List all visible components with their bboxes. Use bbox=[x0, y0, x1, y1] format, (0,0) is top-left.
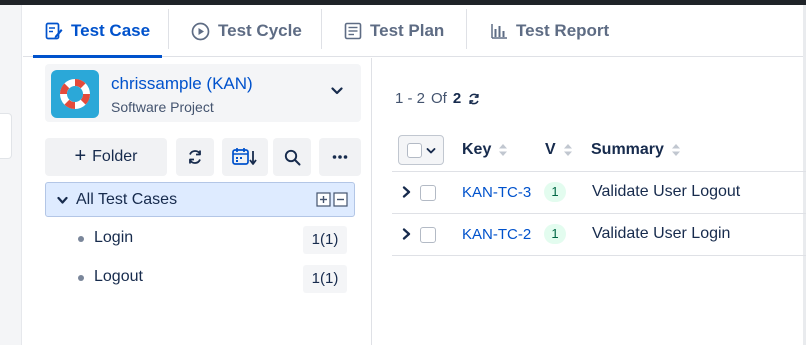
tab-test-report[interactable]: Test Report bbox=[490, 5, 609, 57]
version-badge: 1 bbox=[544, 182, 566, 202]
chevron-right-icon[interactable] bbox=[402, 186, 411, 198]
sort-icon bbox=[499, 144, 508, 156]
column-header-label: Summary bbox=[591, 141, 664, 158]
edit-document-icon bbox=[45, 22, 63, 40]
chevron-down-icon[interactable] bbox=[57, 196, 68, 205]
refresh-icon bbox=[189, 150, 201, 164]
plus-icon: + bbox=[74, 145, 87, 167]
tab-separator bbox=[466, 9, 467, 49]
pagination-summary: 1 - 2 Of 2 bbox=[395, 90, 481, 107]
left-rail bbox=[0, 5, 22, 345]
chevron-down-icon bbox=[331, 87, 343, 95]
sort-icon bbox=[563, 144, 572, 156]
pagination-total: 2 bbox=[452, 90, 462, 107]
project-selector[interactable]: chrissample (KAN) Software Project bbox=[45, 64, 361, 122]
add-folder-button[interactable]: + Folder bbox=[45, 138, 167, 176]
tree-root-all-test-cases[interactable]: All Test Cases bbox=[45, 182, 355, 217]
table-header: Key V Summary bbox=[392, 128, 806, 172]
tree-item-logout[interactable]: Logout 1(1) bbox=[45, 261, 355, 295]
search-button[interactable] bbox=[273, 138, 311, 176]
tab-label: Test Report bbox=[516, 21, 610, 40]
tab-label: Test Case bbox=[71, 21, 151, 40]
tab-test-case[interactable]: Test Case bbox=[32, 5, 163, 58]
tab-separator bbox=[168, 9, 169, 49]
tab-label: Test Cycle bbox=[218, 21, 302, 40]
tree-item-label: Logout bbox=[94, 268, 143, 285]
pagination-of: Of bbox=[431, 90, 447, 107]
test-case-summary[interactable]: Validate User Login bbox=[592, 225, 730, 243]
tab-separator bbox=[321, 9, 322, 49]
tree-item-label: Login bbox=[94, 229, 134, 246]
table-row[interactable]: KAN-TC-2 1 Validate User Login bbox=[392, 214, 806, 256]
row-checkbox[interactable] bbox=[420, 185, 436, 201]
expand-all-icon[interactable] bbox=[316, 192, 331, 207]
refresh-icon[interactable] bbox=[467, 92, 481, 106]
tree-item-count: 1(1) bbox=[303, 226, 347, 254]
list-document-icon bbox=[344, 22, 362, 40]
tab-label: Test Plan bbox=[370, 21, 445, 40]
play-circle-icon bbox=[191, 22, 210, 40]
table-row[interactable]: KAN-TC-3 1 Validate User Logout bbox=[392, 172, 806, 214]
project-type: Software Project bbox=[111, 99, 214, 115]
select-all-checkbox[interactable] bbox=[407, 143, 422, 158]
refresh-button[interactable] bbox=[176, 138, 214, 176]
panel-divider[interactable] bbox=[371, 58, 372, 345]
tab-test-cycle[interactable]: Test Cycle bbox=[191, 5, 302, 57]
version-badge: 1 bbox=[544, 224, 566, 244]
calendar-sort-icon bbox=[232, 148, 257, 165]
project-name: chrissample (KAN) bbox=[111, 74, 253, 93]
test-case-key-link[interactable]: KAN-TC-3 bbox=[462, 184, 531, 201]
main-tabs: Test Case Test Cycle Test Plan Test Repo… bbox=[23, 5, 803, 58]
bulk-select-dropdown[interactable] bbox=[398, 135, 444, 165]
rail-toggle[interactable] bbox=[0, 113, 12, 159]
project-avatar bbox=[51, 70, 99, 118]
add-folder-label: Folder bbox=[92, 148, 138, 165]
sort-icon bbox=[671, 144, 680, 156]
search-icon bbox=[284, 149, 300, 165]
sort-by-date-button[interactable] bbox=[222, 138, 268, 176]
test-case-summary[interactable]: Validate User Logout bbox=[592, 183, 740, 201]
tree-root-label: All Test Cases bbox=[76, 191, 178, 208]
bullet-icon bbox=[78, 236, 84, 242]
pagination-range: 1 - 2 bbox=[395, 90, 426, 107]
tree-item-login[interactable]: Login 1(1) bbox=[45, 222, 355, 256]
row-checkbox[interactable] bbox=[420, 227, 436, 243]
column-header-summary[interactable]: Summary bbox=[591, 141, 682, 159]
more-actions-button[interactable] bbox=[319, 138, 361, 176]
chevron-down-icon bbox=[426, 148, 436, 154]
column-header-label: Key bbox=[462, 141, 492, 158]
column-header-key[interactable]: Key bbox=[462, 141, 509, 159]
test-case-key-link[interactable]: KAN-TC-2 bbox=[462, 226, 531, 243]
expand-collapse-controls bbox=[316, 192, 348, 207]
bullet-icon bbox=[78, 275, 84, 281]
more-icon bbox=[332, 155, 348, 159]
lifebuoy-icon bbox=[60, 79, 90, 109]
column-header-label: V bbox=[545, 141, 556, 158]
chevron-right-icon[interactable] bbox=[402, 228, 411, 240]
bar-chart-icon bbox=[491, 24, 507, 39]
tab-test-plan[interactable]: Test Plan bbox=[344, 5, 444, 57]
collapse-all-icon[interactable] bbox=[333, 192, 348, 207]
tree-item-count: 1(1) bbox=[303, 265, 347, 293]
column-header-version[interactable]: V bbox=[545, 141, 574, 159]
